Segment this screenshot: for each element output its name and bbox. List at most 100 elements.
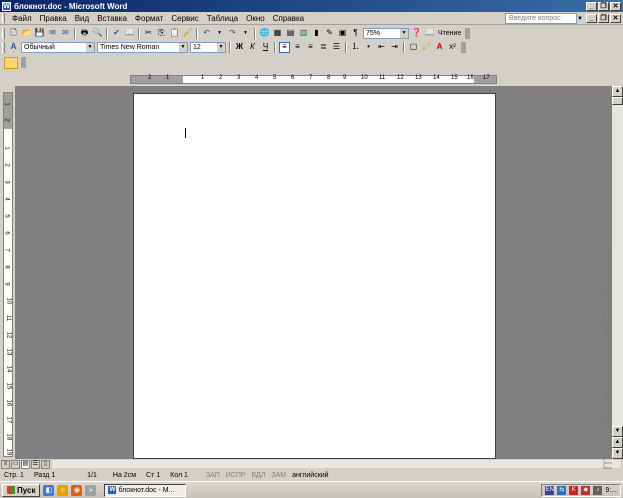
help-dropdown-icon[interactable]: ▼ — [577, 16, 583, 22]
web-view-button[interactable]: ▭ — [11, 459, 20, 469]
italic-button[interactable]: К — [247, 42, 258, 53]
menu-tools[interactable]: Сервис — [167, 14, 202, 23]
font-size-dropdown-icon[interactable]: ▼ — [217, 42, 225, 52]
horizontal-scroll-track[interactable] — [52, 460, 621, 468]
redo-icon[interactable]: ↷ — [227, 28, 238, 39]
toolbar-options-icon[interactable] — [465, 27, 471, 39]
word-app-icon[interactable]: W — [2, 1, 11, 11]
toolbar-options-icon[interactable] — [461, 41, 466, 53]
bullets-icon[interactable]: • — [363, 42, 374, 53]
show-hide-icon[interactable]: ¶ — [350, 28, 361, 39]
copy-icon[interactable]: ⎘ — [156, 28, 167, 39]
font-dropdown-icon[interactable]: ▼ — [179, 42, 187, 52]
reading-layout-icon[interactable]: 📖 — [424, 28, 435, 39]
style-select[interactable]: Обычный ▼ — [21, 41, 95, 53]
font-color-icon[interactable]: A — [434, 42, 445, 53]
vertical-ruler[interactable]: 1 2 1 2 3 4 5 6 7 8 9 10 11 12 13 14 15 … — [3, 92, 13, 457]
spelling-icon[interactable]: ✔ — [111, 28, 122, 39]
document-page[interactable] — [133, 93, 496, 459]
toolbar-grip[interactable] — [2, 27, 5, 39]
print-preview-icon[interactable]: 🔍 — [92, 28, 103, 39]
format-painter-icon[interactable]: 🖌 — [182, 28, 193, 39]
doc-minimize-button[interactable]: _ — [586, 14, 597, 23]
hyperlink-icon[interactable]: 🌐 — [259, 28, 270, 39]
help-question-input[interactable]: Введите вопрос — [505, 13, 577, 24]
status-language[interactable]: английский — [292, 472, 328, 479]
start-button[interactable]: Пуск — [2, 483, 41, 497]
menu-help[interactable]: Справка — [269, 14, 308, 23]
browser-icon[interactable]: ◉ — [71, 484, 83, 496]
print-icon[interactable]: 🖶 — [79, 28, 90, 39]
restore-button[interactable]: ❐ — [598, 1, 609, 11]
toolbar-options-icon[interactable] — [21, 57, 26, 68]
menu-table[interactable]: Таблица — [203, 14, 242, 23]
highlight-icon[interactable]: 🖍 — [421, 42, 432, 53]
folder-toolbar-icon[interactable] — [4, 56, 18, 69]
menu-format[interactable]: Формат — [131, 14, 167, 23]
research-icon[interactable]: 📖 — [124, 28, 135, 39]
new-document-icon[interactable]: 🗋 — [8, 28, 19, 39]
redo-dropdown-icon[interactable]: ▼ — [240, 28, 251, 39]
reading-view-button[interactable]: ▯ — [41, 459, 50, 469]
bold-button[interactable]: Ж — [234, 42, 245, 53]
network-icon[interactable]: ⇆ — [557, 486, 567, 495]
status-record[interactable]: ЗАП — [206, 472, 220, 479]
cut-icon[interactable]: ✂ — [143, 28, 154, 39]
increase-indent-icon[interactable]: ⇥ — [389, 42, 400, 53]
messenger-icon[interactable]: ☺ — [57, 484, 69, 496]
help-icon[interactable]: ❓ — [411, 28, 422, 39]
tray-app-icon[interactable]: ◆ — [581, 486, 591, 495]
borders-icon[interactable]: ▢ — [408, 42, 419, 53]
outline-view-button[interactable]: ☰ — [31, 459, 40, 469]
undo-icon[interactable]: ↶ — [201, 28, 212, 39]
taskbar-word-document[interactable]: W блокнот.doc - М... — [104, 483, 187, 497]
paste-icon[interactable]: 📋 — [169, 28, 180, 39]
font-size-select[interactable]: 12 ▼ — [190, 41, 226, 53]
close-button[interactable]: ✕ — [610, 1, 621, 11]
align-center-icon[interactable]: ≡ — [292, 42, 303, 53]
numbering-icon[interactable]: ⒈ — [350, 42, 361, 53]
line-spacing-icon[interactable]: ☰ — [331, 42, 342, 53]
doc-close-button[interactable]: ✕ — [610, 14, 621, 23]
email-icon[interactable]: ✉ — [60, 28, 71, 39]
volume-icon[interactable]: ♪ — [593, 486, 603, 495]
permission-icon[interactable]: ✉ — [47, 28, 58, 39]
menu-view[interactable]: Вид — [71, 14, 93, 23]
open-folder-icon[interactable]: 📂 — [21, 28, 32, 39]
show-desktop-icon[interactable]: ◧ — [43, 484, 55, 496]
justify-icon[interactable]: ≣ — [318, 42, 329, 53]
status-overtype[interactable]: ЗАМ — [271, 472, 286, 479]
menubar-grip[interactable] — [2, 13, 5, 23]
save-icon[interactable]: 💾 — [34, 28, 45, 39]
menu-file[interactable]: Файл — [8, 14, 36, 23]
font-select[interactable]: Times New Roman ▼ — [97, 41, 188, 53]
zoom-dropdown-icon[interactable]: ▼ — [400, 28, 408, 38]
toolbar-grip[interactable] — [2, 41, 5, 53]
insert-excel-icon[interactable]: ▥ — [298, 28, 309, 39]
styles-formatting-icon[interactable]: A — [8, 42, 19, 53]
decrease-indent-icon[interactable]: ⇤ — [376, 42, 387, 53]
style-dropdown-icon[interactable]: ▼ — [86, 42, 94, 52]
menu-edit[interactable]: Правка — [36, 14, 71, 23]
minimize-button[interactable]: _ — [586, 1, 597, 11]
align-right-icon[interactable]: ≡ — [305, 42, 316, 53]
underline-button[interactable]: Ч — [260, 42, 271, 53]
superscript-icon[interactable]: x² — [447, 42, 458, 53]
menu-window[interactable]: Окно — [242, 14, 269, 23]
insert-table-icon[interactable]: ▤ — [285, 28, 296, 39]
scroll-up-button[interactable]: ▲ — [612, 86, 623, 97]
undo-dropdown-icon[interactable]: ▼ — [214, 28, 225, 39]
scroll-thumb[interactable] — [612, 97, 623, 105]
quicklaunch-more-icon[interactable]: » — [85, 484, 97, 496]
normal-view-button[interactable]: ≡ — [1, 459, 10, 469]
antivirus-icon[interactable]: K — [569, 486, 579, 495]
print-view-button[interactable]: ▤ — [21, 459, 30, 469]
document-map-icon[interactable]: ▣ — [337, 28, 348, 39]
align-left-icon[interactable]: ≡ — [279, 41, 290, 53]
menu-insert[interactable]: Вставка — [93, 14, 131, 23]
doc-restore-button[interactable]: ❐ — [598, 14, 609, 23]
columns-icon[interactable]: ▮ — [311, 28, 322, 39]
clock[interactable]: 9:... — [605, 487, 617, 494]
drawing-icon[interactable]: ✎ — [324, 28, 335, 39]
language-icon[interactable]: EN — [545, 486, 555, 495]
